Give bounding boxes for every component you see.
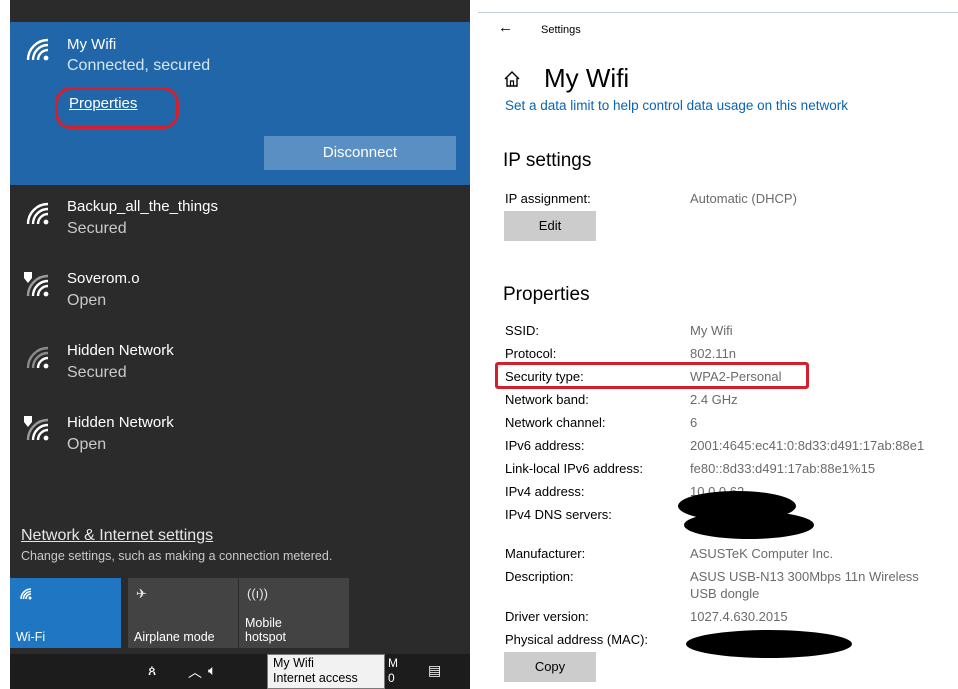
manufacturer-label: Manufacturer:	[505, 546, 586, 561]
hotspot-label-line1: Mobile	[245, 616, 282, 630]
driver-version-label: Driver version:	[505, 609, 589, 624]
link-local-ipv6-label: Link-local IPv6 address:	[505, 461, 644, 476]
tooltip-line2: Internet access	[273, 671, 358, 685]
protocol-value: 802.11n	[690, 346, 737, 361]
window-title: Settings	[541, 24, 581, 36]
link-local-ipv6-value: fe80::8d33:d491:17ab:88e1%15	[690, 461, 876, 476]
airplane-tile-label: Airplane mode	[134, 630, 215, 644]
data-limit-link[interactable]: Set a data limit to help control data us…	[505, 98, 848, 113]
network-status: Open	[67, 436, 107, 453]
copy-button[interactable]: Copy	[504, 652, 596, 682]
edit-button[interactable]: Edit	[504, 211, 596, 241]
wifi-shield-icon	[24, 272, 49, 297]
description-value-line2: USB dongle	[690, 586, 760, 601]
hotspot-label-line2: hotspot	[245, 630, 287, 644]
people-icon[interactable]: ጰ	[148, 662, 156, 679]
ipv6-address-label: IPv6 address:	[505, 438, 585, 453]
network-name: Hidden Network	[67, 414, 174, 431]
ip-assignment-label: IP assignment:	[505, 191, 591, 206]
network-settings-description: Change settings, such as making a connec…	[21, 549, 333, 563]
tray-network-tooltip: My Wifi Internet access	[267, 654, 385, 689]
mobile-hotspot-tile[interactable]: ((ı)) Mobile hotspot	[239, 578, 349, 648]
network-internet-settings-link[interactable]: Network & Internet settings	[21, 527, 213, 545]
page-title: My Wifi	[544, 63, 630, 93]
active-network-status: Connected, secured	[67, 57, 211, 74]
mac-address-label: Physical address (MAC):	[505, 632, 649, 647]
panel-divider	[470, 0, 478, 689]
network-name: Hidden Network	[67, 342, 174, 359]
airplane-mode-tile[interactable]: ✈ Airplane mode	[128, 578, 238, 648]
network-band-label: Network band:	[505, 392, 589, 407]
active-network-name: My Wifi	[67, 36, 117, 53]
wifi-shield-icon	[24, 416, 49, 441]
network-name: Soverom.o	[67, 270, 140, 287]
wifi-icon	[20, 588, 32, 600]
ipv6-address-value: 2001:4645:ec41:0:8d33:d491:17ab:88e1	[690, 438, 925, 453]
wifi-icon	[26, 38, 49, 61]
network-channel-label: Network channel:	[505, 415, 606, 430]
flyout-top-strip	[10, 0, 470, 22]
hotspot-tile-label: Mobile hotspot	[245, 616, 286, 644]
airplane-icon: ✈	[136, 586, 147, 601]
wifi-toggle-tile[interactable]: Wi-Fi	[10, 578, 121, 648]
redaction-scribble	[686, 630, 852, 658]
ip-settings-heading: IP settings	[503, 150, 592, 171]
network-status: Secured	[67, 364, 127, 381]
driver-version-value: 1027.4.630.2015	[690, 609, 788, 624]
wifi-tile-label: Wi-Fi	[16, 630, 46, 644]
redaction-scribble	[684, 511, 814, 539]
clock-line1: M	[388, 656, 398, 670]
ssid-value: My Wifi	[690, 323, 733, 338]
security-type-highlight-annotation	[495, 362, 809, 389]
network-item-soverom[interactable]: Soverom.o Open	[10, 258, 470, 330]
manufacturer-value: ASUSTeK Computer Inc.	[690, 546, 834, 561]
network-channel-value: 6	[690, 415, 698, 430]
network-band-value: 2.4 GHz	[690, 392, 738, 407]
network-flyout: My Wifi Connected, secured Properties Di…	[10, 0, 470, 689]
wifi-icon	[26, 346, 49, 369]
network-status: Open	[67, 292, 107, 309]
network-status: Secured	[67, 220, 127, 237]
taskbar: ጰ ︿ 🔈︎ ▤	[10, 654, 470, 689]
network-item-backup-all-the-things[interactable]: Backup_all_the_things Secured	[10, 186, 470, 258]
ipv4-dns-label: IPv4 DNS servers:	[505, 507, 612, 522]
home-icon[interactable]	[503, 70, 521, 88]
chevron-up-icon[interactable]: ︿	[188, 662, 202, 682]
ssid-label: SSID:	[505, 323, 539, 338]
properties-heading: Properties	[503, 284, 590, 305]
volume-icon[interactable]: 🔈︎	[208, 662, 216, 679]
tray-clock-fragment[interactable]: M 0	[388, 656, 398, 686]
description-label: Description:	[505, 569, 574, 584]
action-center-icon[interactable]: ▤	[428, 662, 441, 679]
tooltip-line1: My Wifi	[273, 656, 314, 670]
wifi-icon	[26, 202, 49, 225]
properties-highlight-annotation	[55, 87, 179, 129]
description-value: ASUS USB-N13 300Mbps 11n Wireless	[690, 569, 919, 584]
ip-assignment-value: Automatic (DHCP)	[690, 191, 797, 206]
hotspot-icon: ((ı))	[247, 586, 268, 601]
network-item-hidden-network-open[interactable]: Hidden Network Open	[10, 402, 470, 474]
clock-line2: 0	[388, 671, 395, 685]
active-network-item[interactable]: My Wifi Connected, secured Properties Di…	[10, 22, 470, 185]
ipv4-address-label: IPv4 address:	[505, 484, 585, 499]
back-arrow-icon[interactable]: ←	[498, 19, 513, 36]
protocol-label: Protocol:	[505, 346, 557, 361]
settings-window: ← Settings My Wifi Set a data limit to h…	[478, 12, 958, 689]
network-item-hidden-network-secured[interactable]: Hidden Network Secured	[10, 330, 470, 402]
disconnect-button[interactable]: Disconnect	[264, 136, 456, 170]
network-name: Backup_all_the_things	[67, 198, 218, 215]
